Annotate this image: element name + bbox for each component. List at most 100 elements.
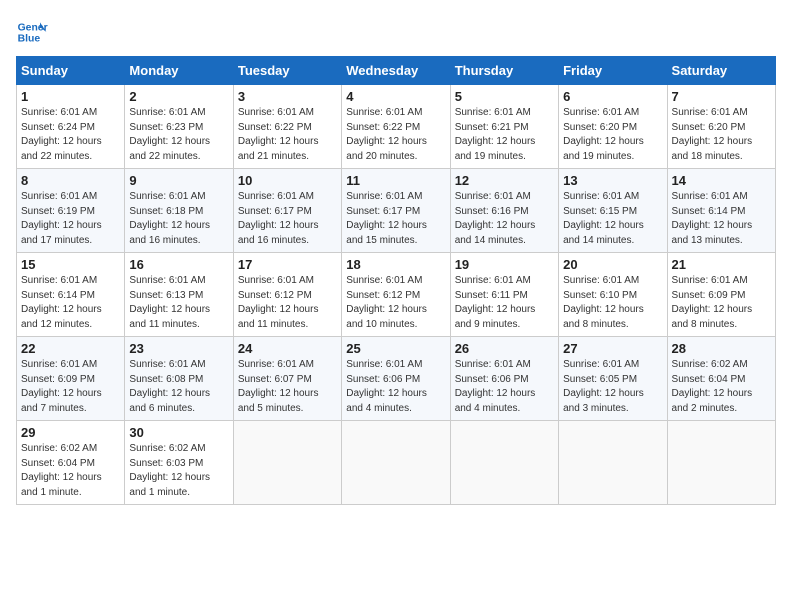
day-cell-12: 12 Sunrise: 6:01 AMSunset: 6:16 PMDayligh… (450, 169, 558, 253)
day-detail: Sunrise: 6:01 AMSunset: 6:15 PMDaylight:… (563, 190, 662, 248)
day-detail: Sunrise: 6:01 AMSunset: 6:14 PMDaylight:… (672, 190, 771, 248)
day-cell-20: 20 Sunrise: 6:01 AMSunset: 6:10 PMDayligh… (559, 253, 667, 337)
day-number: 7 (672, 89, 771, 104)
day-number: 14 (672, 173, 771, 188)
day-detail: Sunrise: 6:01 AMSunset: 6:06 PMDaylight:… (455, 358, 554, 416)
day-cell-13: 13 Sunrise: 6:01 AMSunset: 6:15 PMDayligh… (559, 169, 667, 253)
day-cell-3: 3 Sunrise: 6:01 AMSunset: 6:22 PMDaylight… (233, 85, 341, 169)
day-detail: Sunrise: 6:01 AMSunset: 6:24 PMDaylight:… (21, 106, 120, 164)
day-cell-29: 29 Sunrise: 6:02 AMSunset: 6:04 PMDayligh… (17, 421, 125, 505)
day-cell-6: 6 Sunrise: 6:01 AMSunset: 6:20 PMDaylight… (559, 85, 667, 169)
day-cell-1: 1 Sunrise: 6:01 AMSunset: 6:24 PMDaylight… (17, 85, 125, 169)
day-number: 5 (455, 89, 554, 104)
day-number: 29 (21, 425, 120, 440)
calendar-table: SundayMondayTuesdayWednesdayThursdayFrid… (16, 56, 776, 505)
day-detail: Sunrise: 6:01 AMSunset: 6:09 PMDaylight:… (672, 274, 771, 332)
day-number: 25 (346, 341, 445, 356)
dow-thursday: Thursday (450, 57, 558, 85)
day-detail: Sunrise: 6:02 AMSunset: 6:03 PMDaylight:… (129, 442, 228, 500)
day-detail: Sunrise: 6:01 AMSunset: 6:19 PMDaylight:… (21, 190, 120, 248)
day-number: 30 (129, 425, 228, 440)
day-cell-24: 24 Sunrise: 6:01 AMSunset: 6:07 PMDayligh… (233, 337, 341, 421)
empty-cell (342, 421, 450, 505)
page-header: General Blue (16, 16, 776, 48)
day-cell-26: 26Sunrise: 6:01 AMSunset: 6:06 PMDayligh… (450, 337, 558, 421)
day-number: 2 (129, 89, 228, 104)
day-number: 6 (563, 89, 662, 104)
day-cell-22: 22 Sunrise: 6:01 AMSunset: 6:09 PMDayligh… (17, 337, 125, 421)
dow-monday: Monday (125, 57, 233, 85)
logo: General Blue (16, 16, 48, 48)
day-detail: Sunrise: 6:01 AMSunset: 6:09 PMDaylight:… (21, 358, 120, 416)
day-detail: Sunrise: 6:01 AMSunset: 6:16 PMDaylight:… (455, 190, 554, 248)
day-detail: Sunrise: 6:01 AMSunset: 6:11 PMDaylight:… (455, 274, 554, 332)
empty-cell (559, 421, 667, 505)
day-number: 16 (129, 257, 228, 272)
day-cell-16: 16Sunrise: 6:01 AMSunset: 6:13 PMDayligh… (125, 253, 233, 337)
day-cell-2: 2Sunrise: 6:01 AMSunset: 6:23 PMDaylight… (125, 85, 233, 169)
calendar-body: 1 Sunrise: 6:01 AMSunset: 6:24 PMDaylight… (17, 85, 776, 505)
week-row-2: 8Sunrise: 6:01 AMSunset: 6:19 PMDaylight… (17, 169, 776, 253)
dow-saturday: Saturday (667, 57, 775, 85)
day-detail: Sunrise: 6:01 AMSunset: 6:14 PMDaylight:… (21, 274, 120, 332)
day-detail: Sunrise: 6:02 AMSunset: 6:04 PMDaylight:… (21, 442, 120, 500)
day-number: 23 (129, 341, 228, 356)
day-cell-11: 11Sunrise: 6:01 AMSunset: 6:17 PMDayligh… (342, 169, 450, 253)
day-cell-28: 28 Sunrise: 6:02 AMSunset: 6:04 PMDayligh… (667, 337, 775, 421)
day-detail: Sunrise: 6:01 AMSunset: 6:21 PMDaylight:… (455, 106, 554, 164)
day-number: 12 (455, 173, 554, 188)
day-cell-27: 27Sunrise: 6:01 AMSunset: 6:05 PMDayligh… (559, 337, 667, 421)
day-number: 10 (238, 173, 337, 188)
days-of-week-header: SundayMondayTuesdayWednesdayThursdayFrid… (17, 57, 776, 85)
day-number: 21 (672, 257, 771, 272)
day-number: 18 (346, 257, 445, 272)
empty-cell (450, 421, 558, 505)
week-row-1: 1 Sunrise: 6:01 AMSunset: 6:24 PMDaylight… (17, 85, 776, 169)
day-number: 3 (238, 89, 337, 104)
day-detail: Sunrise: 6:01 AMSunset: 6:18 PMDaylight:… (129, 190, 228, 248)
day-cell-25: 25 Sunrise: 6:01 AMSunset: 6:06 PMDayligh… (342, 337, 450, 421)
day-cell-5: 5 Sunrise: 6:01 AMSunset: 6:21 PMDaylight… (450, 85, 558, 169)
day-detail: Sunrise: 6:01 AMSunset: 6:08 PMDaylight:… (129, 358, 228, 416)
day-detail: Sunrise: 6:01 AMSunset: 6:22 PMDaylight:… (346, 106, 445, 164)
day-number: 24 (238, 341, 337, 356)
day-cell-9: 9 Sunrise: 6:01 AMSunset: 6:18 PMDaylight… (125, 169, 233, 253)
day-cell-14: 14 Sunrise: 6:01 AMSunset: 6:14 PMDayligh… (667, 169, 775, 253)
logo-icon: General Blue (16, 16, 48, 48)
dow-sunday: Sunday (17, 57, 125, 85)
day-detail: Sunrise: 6:01 AMSunset: 6:20 PMDaylight:… (563, 106, 662, 164)
day-detail: Sunrise: 6:02 AMSunset: 6:04 PMDaylight:… (672, 358, 771, 416)
day-number: 9 (129, 173, 228, 188)
day-number: 17 (238, 257, 337, 272)
day-detail: Sunrise: 6:01 AMSunset: 6:07 PMDaylight:… (238, 358, 337, 416)
day-cell-23: 23 Sunrise: 6:01 AMSunset: 6:08 PMDayligh… (125, 337, 233, 421)
day-cell-15: 15 Sunrise: 6:01 AMSunset: 6:14 PMDayligh… (17, 253, 125, 337)
empty-cell (233, 421, 341, 505)
day-cell-21: 21 Sunrise: 6:01 AMSunset: 6:09 PMDayligh… (667, 253, 775, 337)
day-number: 13 (563, 173, 662, 188)
day-number: 15 (21, 257, 120, 272)
week-row-5: 29 Sunrise: 6:02 AMSunset: 6:04 PMDayligh… (17, 421, 776, 505)
day-number: 22 (21, 341, 120, 356)
day-cell-4: 4 Sunrise: 6:01 AMSunset: 6:22 PMDaylight… (342, 85, 450, 169)
day-detail: Sunrise: 6:01 AMSunset: 6:22 PMDaylight:… (238, 106, 337, 164)
day-cell-18: 18Sunrise: 6:01 AMSunset: 6:12 PMDayligh… (342, 253, 450, 337)
day-number: 1 (21, 89, 120, 104)
day-detail: Sunrise: 6:01 AMSunset: 6:12 PMDaylight:… (238, 274, 337, 332)
day-number: 4 (346, 89, 445, 104)
day-cell-10: 10 Sunrise: 6:01 AMSunset: 6:17 PMDayligh… (233, 169, 341, 253)
day-cell-8: 8Sunrise: 6:01 AMSunset: 6:19 PMDaylight… (17, 169, 125, 253)
day-detail: Sunrise: 6:01 AMSunset: 6:17 PMDaylight:… (238, 190, 337, 248)
day-detail: Sunrise: 6:01 AMSunset: 6:06 PMDaylight:… (346, 358, 445, 416)
day-detail: Sunrise: 6:01 AMSunset: 6:10 PMDaylight:… (563, 274, 662, 332)
week-row-4: 22 Sunrise: 6:01 AMSunset: 6:09 PMDayligh… (17, 337, 776, 421)
day-number: 19 (455, 257, 554, 272)
day-cell-30: 30 Sunrise: 6:02 AMSunset: 6:03 PMDayligh… (125, 421, 233, 505)
week-row-3: 15 Sunrise: 6:01 AMSunset: 6:14 PMDayligh… (17, 253, 776, 337)
day-number: 28 (672, 341, 771, 356)
empty-cell (667, 421, 775, 505)
day-detail: Sunrise: 6:01 AMSunset: 6:20 PMDaylight:… (672, 106, 771, 164)
day-number: 27 (563, 341, 662, 356)
dow-friday: Friday (559, 57, 667, 85)
day-number: 20 (563, 257, 662, 272)
